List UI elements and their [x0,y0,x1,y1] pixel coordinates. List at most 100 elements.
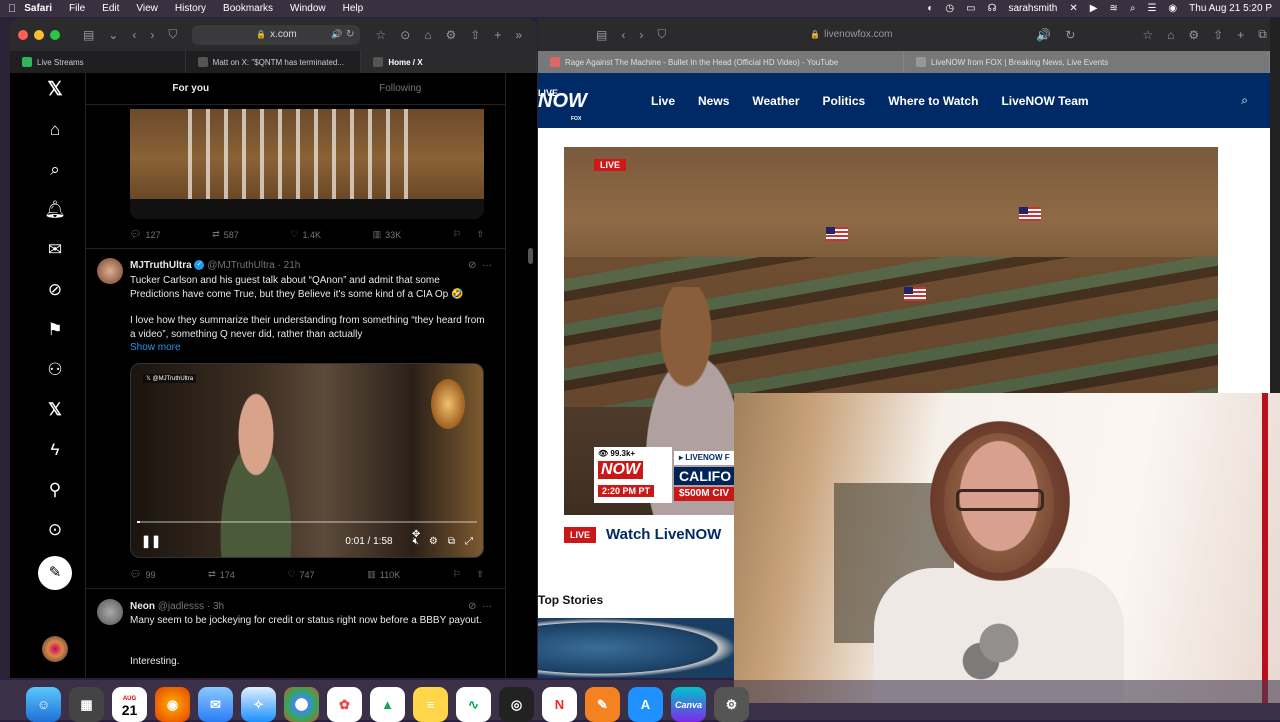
chrome-icon[interactable] [284,687,319,722]
tweet-video-player[interactable]: 𝕏 @MJTruthUltra ❚❚ 0:01 / 1:58 🔇︎ ⚙ ⧉ ⤢ [130,363,484,558]
pages-icon[interactable]: ✎ [585,687,620,722]
clock[interactable]: Thu Aug 21 5:20 P [1189,3,1272,14]
tab-overview-icon[interactable]: ⧉ [1258,27,1267,42]
story-thumbnail-image[interactable] [538,618,738,678]
author-handle[interactable]: @jadlesss · 3h [158,601,224,612]
nav-where-to-watch[interactable]: Where to Watch [888,94,978,108]
pip-icon[interactable]: ⧉ [448,536,455,547]
compose-post-button[interactable]: ✎ [38,556,72,590]
home-icon[interactable]: ⌂ [1167,28,1174,42]
canva-icon[interactable]: Canva [671,687,706,722]
x-logo-icon[interactable]: 𝕏 [44,79,66,101]
bookmark-star-icon[interactable]: ☆ [1142,28,1153,42]
tweet-media-image[interactable] [130,109,484,219]
new-tab-icon[interactable]: + [1237,28,1244,42]
livenow-logo[interactable]: LIVE NOW FOX [538,84,587,122]
search-icon[interactable]: ⌕ [1130,3,1136,14]
repost-button[interactable]: ⇄ 174 [208,569,235,580]
premium-x-icon[interactable]: 𝕏 [44,399,66,421]
profile-icon[interactable]: ⚲ [44,479,66,501]
menu-help[interactable]: Help [343,3,364,14]
views-button[interactable]: ▥ 33K [373,229,402,240]
nav-live[interactable]: Live [651,94,675,108]
communities-icon[interactable]: ⚇ [44,359,66,381]
audio-icon[interactable]: 🔊 [1036,28,1051,42]
menu-safari[interactable]: Safari [24,3,52,14]
sidebar-toggle-icon[interactable]: ▤ [83,28,94,42]
news-icon[interactable]: N [542,687,577,722]
author-handle[interactable]: @MJTruthUltra · 21h [207,260,300,271]
author-name[interactable]: Neon [130,601,155,612]
bookmark-icon[interactable]: ⚐ [453,569,461,580]
like-button[interactable]: ♡ 1.4K [290,229,321,240]
share-icon[interactable]: ⇧ [1213,28,1223,42]
display-icon[interactable]: ▭ [966,3,975,14]
photos-icon[interactable]: ✿ [327,687,362,722]
finder-icon[interactable]: ☺ [26,687,61,722]
settings-icon[interactable]: ⚙ [446,28,457,42]
settings-icon[interactable]: ⚙ [1188,28,1199,42]
scrollbar-thumb[interactable] [528,248,533,264]
tab-live-streams[interactable]: Live Streams [10,51,186,73]
freeform-icon[interactable]: ∿ [456,687,491,722]
menu-edit[interactable]: Edit [102,3,119,14]
menu-bookmarks[interactable]: Bookmarks [223,3,273,14]
safari-icon[interactable]: ✧ [241,687,276,722]
grok-icon[interactable]: ⊘ [468,260,476,271]
back-icon[interactable]: ‹ [132,28,136,42]
nav-politics[interactable]: Politics [823,94,866,108]
more-circle-icon[interactable]: ⊙ [44,519,66,541]
author-name[interactable]: MJTruthUltra [130,260,192,271]
avatar[interactable] [97,258,123,284]
mail-icon[interactable]: ✉ [198,687,233,722]
more-tabs-icon[interactable]: » [515,28,522,42]
launchpad-icon[interactable]: ▦ [69,687,104,722]
nav-weather[interactable]: Weather [752,94,799,108]
firefox-icon[interactable]: ◉ [155,687,190,722]
address-bar[interactable]: 🔒 livenowfox.com [681,25,1021,45]
menu-file[interactable]: File [69,3,85,14]
forward-icon[interactable]: › [150,28,154,42]
repost-button[interactable]: ⇄ 587 [212,229,239,240]
menu-view[interactable]: View [136,3,158,14]
pause-icon[interactable]: ❚❚ [141,534,161,548]
play-icon[interactable]: ▶ [1090,3,1098,14]
avatar[interactable] [97,599,123,625]
show-more-link[interactable]: Show more [130,341,486,355]
menu-history[interactable]: History [175,3,206,14]
reply-button[interactable]: 💬︎ 99 [130,569,155,580]
watch-livenow-title[interactable]: Watch LiveNOW [606,526,721,543]
watch-livenow-row[interactable]: LIVE Watch LiveNOW [564,526,721,543]
home-icon[interactable]: ⌂ [424,28,431,42]
share-icon[interactable]: ⇧ [476,569,484,580]
calendar-icon[interactable]: AUG 21 [112,687,147,722]
obs-icon[interactable]: ◎ [499,687,534,722]
menu-window[interactable]: Window [290,3,326,14]
app-store-icon[interactable]: A [628,687,663,722]
shield-icon[interactable]: ⛉ [657,27,666,42]
bookmarks-icon[interactable]: ⚑ [44,319,66,341]
close-window-button[interactable] [18,29,28,40]
account-avatar[interactable] [42,636,68,662]
notifications-bell-icon[interactable]: 🔔︎ [44,199,66,221]
user-name[interactable]: sarahsmith [1008,3,1057,14]
bookmark-icon[interactable]: ⚐ [453,229,461,240]
tab-following[interactable]: Following [296,73,506,104]
apple-menu-icon[interactable]:  [8,3,16,15]
shield-icon[interactable]: ⛉ [168,27,177,42]
bookmark-star-icon[interactable]: ☆ [375,28,386,42]
nav-livenow-team[interactable]: LiveNOW Team [1001,94,1088,108]
explore-search-icon[interactable]: ⌕ [44,159,66,181]
minimize-window-button[interactable] [34,29,44,40]
reload-icon[interactable]: ↻ [1065,28,1075,42]
tab-livenow[interactable]: LiveNOW from FOX | Breaking News, Live E… [904,51,1270,73]
audio-icon[interactable]: 🔊 [331,29,342,40]
reply-button[interactable]: 💬︎ 127 [130,229,160,240]
status-icon[interactable]: ◐ [927,3,933,14]
tab-home-x[interactable]: Home / X [361,51,537,73]
search-icon[interactable]: ⌕ [1241,93,1248,108]
sidebar-toggle-icon[interactable]: ▤ [596,28,607,42]
wifi-icon[interactable]: ≋ [1109,3,1117,14]
more-dots-icon[interactable]: ··· [482,260,492,271]
siri-icon[interactable]: ◉ [1168,3,1177,14]
